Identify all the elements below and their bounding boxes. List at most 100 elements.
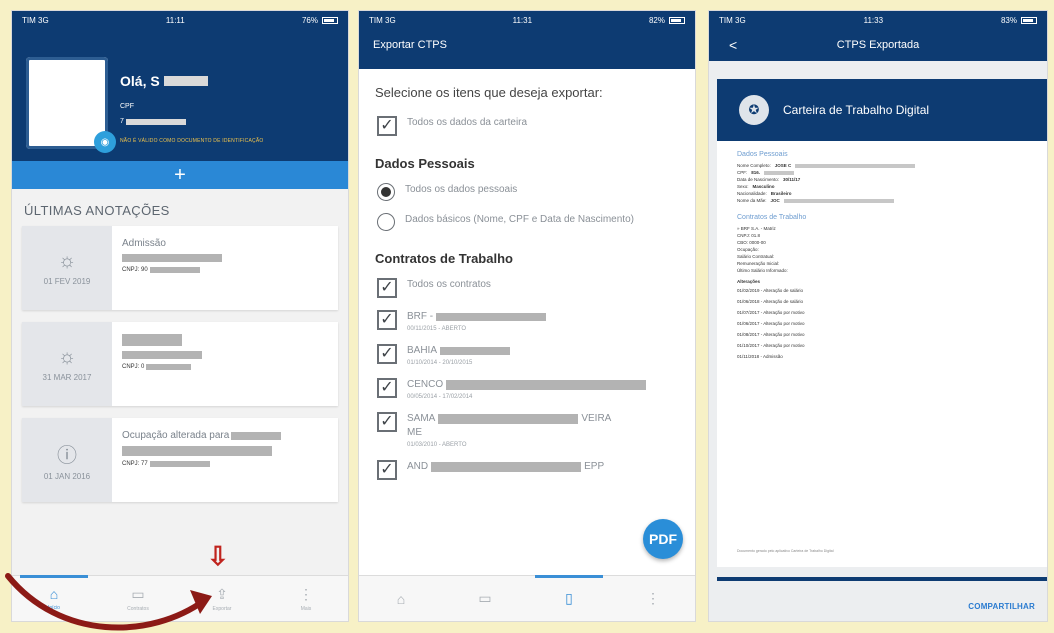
checkbox-all-contracts[interactable]: ✓ Todos os contratos — [359, 272, 695, 304]
radio-empty-icon — [377, 213, 395, 231]
document-title: Carteira de Trabalho Digital — [783, 103, 930, 117]
battery-percent: 82% — [648, 15, 665, 25]
checkbox-contract[interactable]: ✓ SAMA VEIRA ME 01/03/2010 - ABERTO — [359, 406, 695, 454]
nav-header: TIM 3G 11:33 83% < CTPS Exportada — [709, 11, 1047, 61]
export-question: Selecione os itens que deseja exportar: — [375, 85, 603, 100]
card-cnpj: CNPJ: 90 — [122, 267, 328, 273]
clock: 11:33 — [863, 15, 884, 25]
avatar[interactable]: ◉ — [26, 57, 116, 153]
card-title: Ocupação alterada para — [122, 430, 230, 441]
clock: 11:11 — [165, 15, 185, 25]
radio-selected-icon — [377, 183, 395, 201]
down-arrow-annotation: ⇩ — [207, 541, 229, 571]
carrier: TIM 3G — [719, 15, 746, 25]
history-line: 01/06/2017 - Alteração por motivo — [737, 321, 805, 326]
tab-contracts[interactable]: ▭ Contratos — [96, 576, 180, 621]
personal-line: Nacionalidade: Brasileiro — [737, 191, 792, 196]
personal-line: CPF: 816. — [717, 169, 1047, 176]
tab-export[interactable]: ▯ — [527, 575, 611, 621]
checkbox-contract[interactable]: ✓ BAHIA 01/10/2014 - 20/10/2015 — [359, 338, 695, 372]
exported-ctps-screen: TIM 3G 11:33 83% < CTPS Exportada ✪ Cart… — [708, 10, 1048, 622]
pdf-document[interactable]: ✪ Carteira de Trabalho Digital Dados Pes… — [717, 79, 1047, 567]
checkbox-checked-icon: ✓ — [377, 460, 397, 480]
camera-icon[interactable]: ◉ — [94, 131, 116, 153]
page-title: Exportar CTPS — [373, 39, 447, 51]
checkbox-checked-icon: ✓ — [377, 412, 397, 432]
annotation-card[interactable]: ☼ 31 MAR 2017 CNPJ: 0 — [22, 322, 338, 406]
redacted-name — [122, 254, 222, 262]
checkbox-contract[interactable]: ✓ BRF -00/11/2015 - ABERTO — [359, 304, 695, 338]
history-line: 01/07/2017 - Alteração por motivo — [737, 310, 805, 315]
id-note: NÃO É VÁLIDO COMO DOCUMENTO DE IDENTIFIC… — [120, 138, 264, 144]
home-icon: ⌂ — [396, 590, 406, 607]
contract-line: CNPJ: 01.8 — [737, 233, 761, 238]
contracts-section-title: Contratos de Trabalho — [737, 214, 807, 221]
history-line: 01/08/2017 - Alteração por motivo — [737, 332, 805, 337]
checkbox-checked-icon: ✓ — [377, 116, 397, 136]
card-date: 01 JAN 2016 — [43, 472, 91, 481]
history-line: 01/11/2018 - Admissão — [737, 354, 783, 359]
more-icon: ⋮ — [646, 590, 660, 606]
personal-line: Nome da Mãe: JOC — [717, 197, 1047, 204]
checkbox-contract[interactable]: ✓ AND EPP — [359, 454, 695, 486]
tab-home[interactable]: ⌂ — [359, 576, 443, 621]
history-line: 01/02/2019 - Alteração de salário — [737, 288, 804, 293]
annotation-card[interactable]: ☼ 01 FEV 2019 Admissão CNPJ: 90 — [22, 226, 338, 310]
tab-more[interactable]: ⋮ Mais — [264, 576, 348, 621]
checkbox-checked-icon: ✓ — [377, 344, 397, 364]
add-button[interactable]: + — [12, 161, 348, 189]
personal-line: Sexo: Masculino — [737, 184, 775, 189]
contracts-heading: Contratos de Trabalho — [375, 251, 513, 266]
document-icon: ▯ — [565, 590, 573, 606]
profile-header: ◉ Olá, S CPF 7 NÃO É VÁLIDO COMO DOCUMEN… — [12, 29, 348, 161]
info-icon: ⓘ — [57, 445, 77, 467]
tab-export[interactable]: ⇪ Exportar — [180, 576, 264, 621]
personal-data-heading: Dados Pessoais — [375, 156, 475, 171]
contract-line: Ocupação: — [737, 247, 759, 252]
export-pdf-button[interactable]: PDF — [643, 519, 683, 559]
redacted-title — [122, 334, 182, 346]
export-screen: TIM 3G 11:31 82% Exportar CTPS Selecione… — [358, 10, 696, 622]
document-header: ✪ Carteira de Trabalho Digital — [717, 79, 1047, 141]
share-button[interactable]: COMPARTILHAR — [968, 602, 1035, 611]
contract-line: CBO: 0000-00 — [737, 240, 766, 245]
clock: 11:31 — [512, 15, 533, 25]
tab-more[interactable]: ⋮ — [611, 576, 695, 621]
more-icon: ⋮ — [299, 585, 313, 602]
handshake-icon: ☼ — [57, 346, 77, 368]
contract-line: » BRF S.A. - Matriz — [737, 226, 776, 231]
coat-of-arms-icon: ✪ — [739, 95, 769, 125]
radio-basic-personal[interactable]: Dados básicos (Nome, CPF e Data de Nasci… — [359, 207, 695, 237]
personal-line: Nome Completo: JOSE C — [717, 162, 1047, 169]
briefcase-icon: ▭ — [478, 590, 492, 606]
card-title: Admissão — [122, 238, 166, 249]
status-bar: TIM 3G 11:33 83% — [709, 11, 1047, 29]
tab-bar: ⌂ ▭ ▯ ⋮ — [359, 575, 695, 621]
tab-home[interactable]: ⌂ Início — [12, 575, 96, 621]
personal-line: Data de Nascimento: 30/11/17 — [737, 177, 801, 182]
contract-line: Último Salário Informado: — [737, 268, 788, 273]
tab-bar: ⌂ Início ▭ Contratos ⇪ Exportar ⋮ Mais — [12, 575, 348, 621]
radio-all-personal[interactable]: Todos os dados pessoais — [359, 177, 695, 207]
tab-contracts[interactable]: ▭ — [443, 576, 527, 621]
battery-percent: 76% — [301, 15, 318, 25]
contract-line: Remuneração Inicial: — [737, 261, 780, 266]
carrier: TIM 3G — [369, 15, 396, 25]
personal-section-title: Dados Pessoais — [737, 151, 788, 158]
section-title: ÚLTIMAS ANOTAÇÕES — [24, 203, 170, 218]
redacted-occupation — [122, 446, 272, 456]
divider — [717, 577, 1047, 581]
briefcase-icon: ▭ — [131, 585, 145, 602]
history-title: Alterações — [737, 279, 761, 284]
contract-line: Salário Contratual: — [737, 254, 775, 259]
home-icon: ⌂ — [49, 586, 59, 602]
checkbox-contract[interactable]: ✓ CENCO 00/05/2014 - 17/02/2014 — [359, 372, 695, 406]
card-date: 31 MAR 2017 — [42, 373, 92, 382]
card-cnpj: CNPJ: 77 — [122, 461, 328, 467]
annotation-card[interactable]: ⓘ 01 JAN 2016 Ocupação alterada para CNPJ… — [22, 418, 338, 502]
checkbox-checked-icon: ✓ — [377, 278, 397, 298]
battery-percent: 83% — [1000, 15, 1017, 25]
cpf-value: 7 — [120, 118, 186, 125]
checkbox-all-data[interactable]: ✓ Todos os dados da carteira — [359, 110, 695, 142]
document-footer: Documento gerado pelo aplicativo Carteir… — [737, 549, 834, 553]
